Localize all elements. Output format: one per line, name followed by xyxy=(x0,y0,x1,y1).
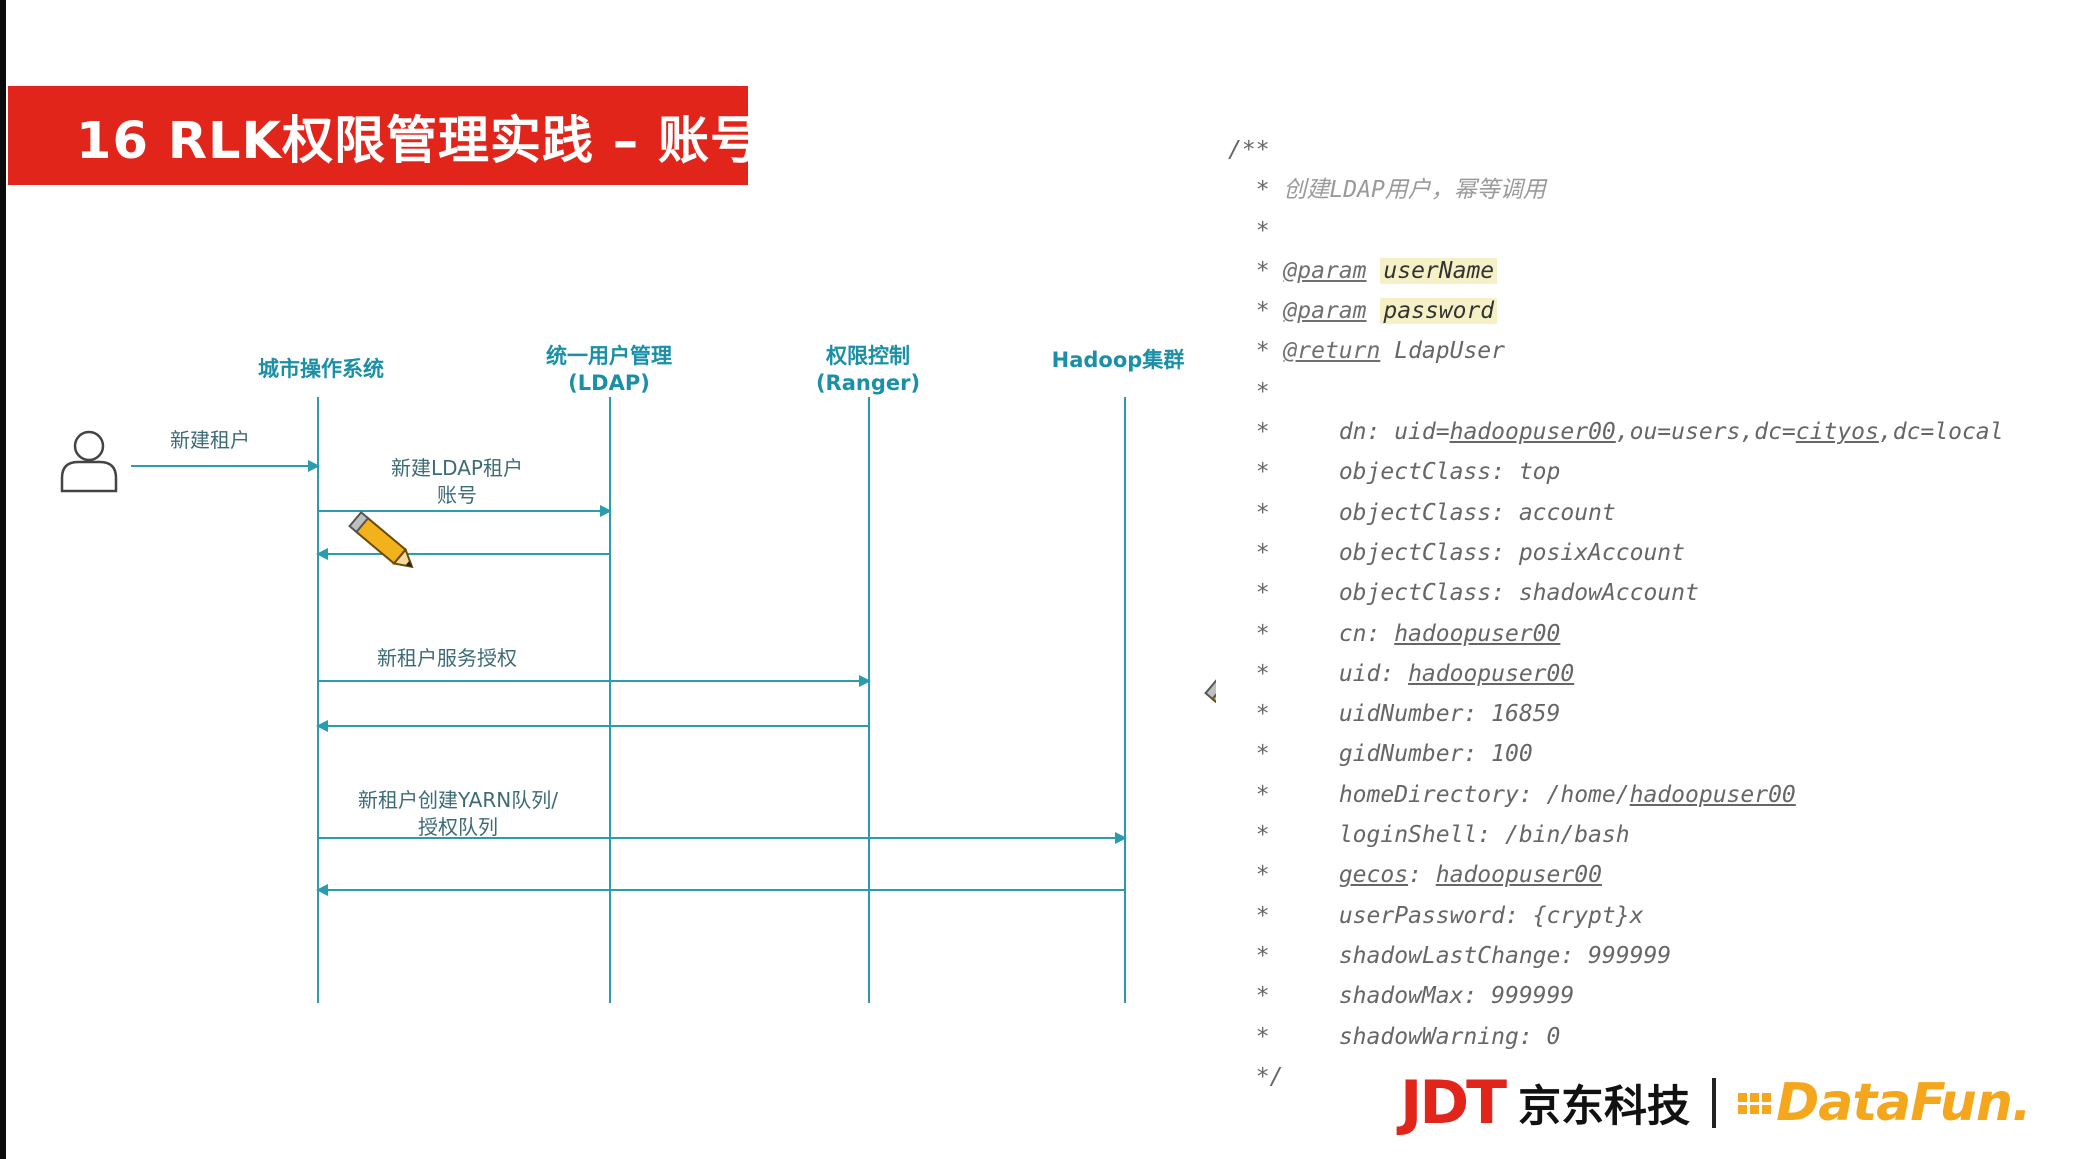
param-tag: @param xyxy=(1283,257,1367,284)
column-label-ldap-sub: (LDAP) xyxy=(568,371,650,395)
code-line: * shadowMax: 999999 xyxy=(1255,983,1575,1010)
message-create-ldap-account-2: 账号 xyxy=(437,483,477,507)
code-line: * xyxy=(1255,378,1270,405)
jdt-logo: JDT xyxy=(1400,1068,1507,1138)
pencil-cursor-icon-code xyxy=(1204,677,1216,732)
code-line: /** xyxy=(1228,137,1270,163)
code-line: * @param password xyxy=(1228,291,2058,331)
code-line: * objectClass: top xyxy=(1255,459,1561,486)
param-password: password xyxy=(1380,298,1498,325)
logo-divider xyxy=(1712,1078,1717,1128)
code-line: * userPassword: {crypt}x xyxy=(1255,902,1644,929)
code-line: * uidNumber: 16859 xyxy=(1255,701,1561,728)
column-label-ldap: 统一用户管理 xyxy=(546,344,672,368)
param-tag: @param xyxy=(1283,298,1367,325)
datafun-mark-icon xyxy=(1738,1092,1772,1114)
message-new-tenant: 新建租户 xyxy=(170,428,250,452)
footer-logos: JDT 京东科技 DataFun. xyxy=(1400,1068,2032,1138)
code-line: * gidNumber: 100 xyxy=(1255,741,1533,768)
code-line: * @param userName xyxy=(1228,251,2058,291)
datafun-logo: DataFun. xyxy=(1776,1073,2032,1133)
message-create-yarn-queue-2: 授权队列 xyxy=(418,815,498,839)
code-description: 创建LDAP用户，幂等调用 xyxy=(1283,177,1546,204)
param-username: userName xyxy=(1380,257,1498,284)
pencil-cursor-icon xyxy=(348,510,414,569)
user-actor-icon xyxy=(60,430,118,493)
code-line: * homeDirectory: /home/hadoopuser00 xyxy=(1255,781,1796,808)
jd-tech-logo-text: 京东科技 xyxy=(1518,1082,1691,1132)
code-line: * shadowWarning: 0 xyxy=(1255,1023,1561,1050)
message-service-authorization: 新租户服务授权 xyxy=(377,646,517,670)
column-label-hadoop: Hadoop集群 xyxy=(1052,348,1185,372)
code-line: * dn: uid=hadoopuser00,ou=users,dc=cityo… xyxy=(1255,419,2004,446)
code-line: * objectClass: posixAccount xyxy=(1255,539,1685,566)
code-line: * xyxy=(1255,217,1270,244)
slide: 16 RLK权限管理实践 – 账号 城市操作系统 统一用户管理 (LDAP) 权… xyxy=(6,0,2073,1159)
code-line: * loginShell: /bin/bash xyxy=(1255,822,1630,849)
code-line: * shadowLastChange: 999999 xyxy=(1255,942,1672,969)
message-create-yarn-queue-1: 新租户创建YARN队列/ xyxy=(358,788,558,812)
message-create-ldap-account-1: 新建LDAP租户 xyxy=(391,456,523,480)
code-line: * gecos: hadoopuser00 xyxy=(1255,862,1602,889)
code-line: * 创建LDAP用户，幂等调用 xyxy=(1255,177,1546,204)
code-block: /** * 创建LDAP用户，幂等调用 * * @param userName … xyxy=(1228,130,2058,1097)
sequence-diagram: 城市操作系统 统一用户管理 (LDAP) 权限控制 (Ranger) Hadoo… xyxy=(60,344,1216,1003)
column-label-ranger: 权限控制 xyxy=(825,344,910,368)
return-type: LdapUser xyxy=(1394,338,1505,365)
code-line: * @return LdapUser xyxy=(1255,338,1505,365)
code-line: * objectClass: shadowAccount xyxy=(1255,580,1699,607)
code-line: * objectClass: account xyxy=(1255,499,1616,526)
return-tag: @return xyxy=(1283,338,1381,365)
code-line: * cn: hadoopuser00 xyxy=(1255,620,1561,647)
column-label-ranger-sub: (Ranger) xyxy=(816,371,920,395)
column-label-city-os: 城市操作系统 xyxy=(258,357,384,381)
code-line: * uid: hadoopuser00 xyxy=(1255,660,1575,687)
